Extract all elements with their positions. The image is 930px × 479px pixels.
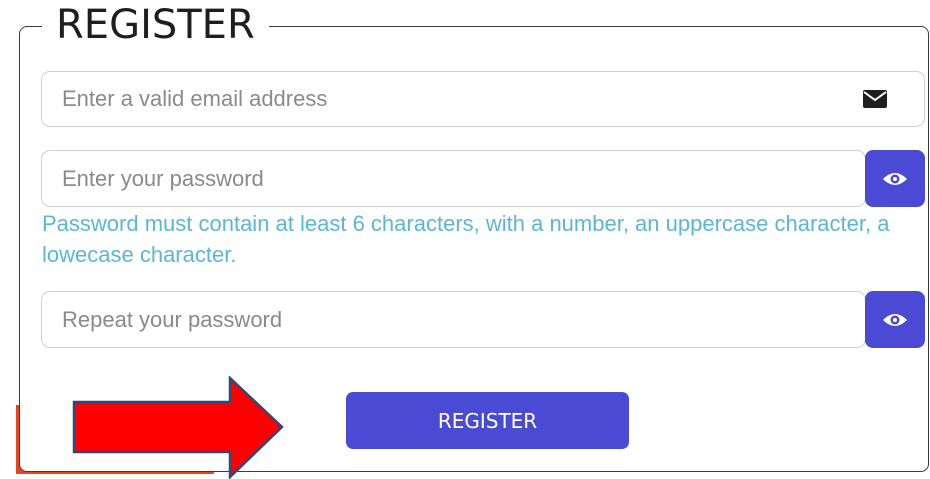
email-input[interactable] [41, 71, 925, 127]
toggle-password-button[interactable] [865, 150, 925, 207]
envelope-icon [863, 90, 887, 108]
repeat-password-input[interactable] [41, 291, 866, 348]
page: REGISTER Password must contain at least … [0, 0, 930, 479]
password-hint: Password must contain at least 6 charact… [42, 211, 890, 267]
form-title: REGISTER [42, 0, 269, 48]
password-input[interactable] [41, 150, 866, 207]
eye-icon [883, 172, 907, 185]
register-button[interactable]: REGISTER [346, 392, 629, 449]
eye-icon [883, 313, 907, 326]
arrow-right-icon [72, 376, 284, 479]
toggle-repeat-password-button[interactable] [865, 291, 925, 348]
